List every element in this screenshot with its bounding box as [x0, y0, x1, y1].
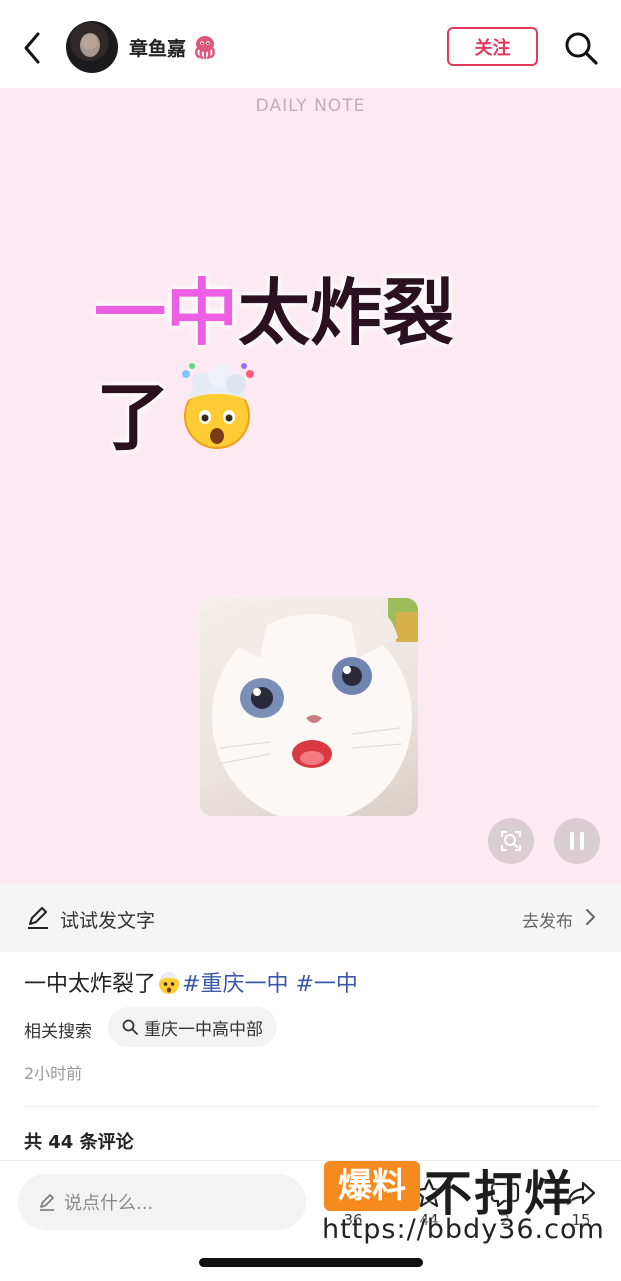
pencil-icon: [40, 1194, 54, 1211]
comment-placeholder: 说点什么...: [64, 1193, 154, 1214]
author-username[interactable]: 章鱼嘉: [129, 34, 186, 61]
comment-input[interactable]: 说点什么...: [18, 1174, 306, 1230]
go-publish-link[interactable]: 去发布: [522, 907, 573, 932]
hashtag-link[interactable]: #一中: [295, 972, 357, 997]
back-button[interactable]: [18, 30, 50, 66]
exploding-head-emoji-icon: [156, 969, 182, 995]
crying-cat-photo: [200, 598, 418, 816]
search-icon: [565, 32, 598, 65]
home-indicator: [199, 1258, 423, 1267]
headline-line-1: 一中太炸裂: [94, 268, 454, 358]
post-caption: 一中太炸裂了 #重庆一中 #一中: [24, 966, 358, 998]
octopus-emoji-icon: [192, 34, 218, 60]
pencil-icon: [26, 905, 50, 929]
search-button[interactable]: [563, 30, 599, 66]
top-nav-bar: 章鱼嘉 关注: [0, 0, 621, 88]
chevron-right-icon: [584, 908, 596, 926]
headline-line-2: 了: [96, 375, 170, 461]
pause-icon: [570, 832, 584, 850]
hashtag-link[interactable]: #重庆一中: [182, 972, 288, 997]
caption-text: 一中太炸裂了: [24, 972, 157, 997]
try-text-label: 试试发文字: [60, 910, 156, 932]
try-text-post-bar[interactable]: 试试发文字 去发布: [0, 884, 621, 952]
daily-note-label: DAILY NOTE: [255, 96, 366, 116]
related-search-label: 相关搜索: [24, 1022, 92, 1042]
headline-pink-text: 一中: [94, 271, 239, 355]
image-search-button[interactable]: [488, 818, 534, 864]
pause-button[interactable]: [554, 818, 600, 864]
search-icon: [122, 1019, 138, 1035]
back-icon: [24, 32, 40, 64]
related-search-chip[interactable]: 重庆一中高中部: [108, 1007, 277, 1047]
scan-icon: [500, 830, 522, 852]
note-image[interactable]: DAILY NOTE 一中太炸裂 了: [0, 88, 621, 884]
watermark-url: https://bbdy36.com: [322, 1214, 605, 1245]
headline-dark-text: 太炸裂: [238, 271, 455, 355]
post-timestamp: 2小时前: [24, 1064, 83, 1083]
watermark-badge: 爆料: [324, 1161, 420, 1211]
comment-count-heading: 共 44 条评论: [24, 1132, 134, 1153]
exploding-head-emoji-icon: [172, 362, 262, 452]
related-search-text: 重庆一中高中部: [144, 1019, 263, 1040]
author-avatar[interactable]: [66, 21, 118, 73]
divider: [24, 1106, 598, 1107]
follow-button[interactable]: 关注: [447, 27, 538, 66]
